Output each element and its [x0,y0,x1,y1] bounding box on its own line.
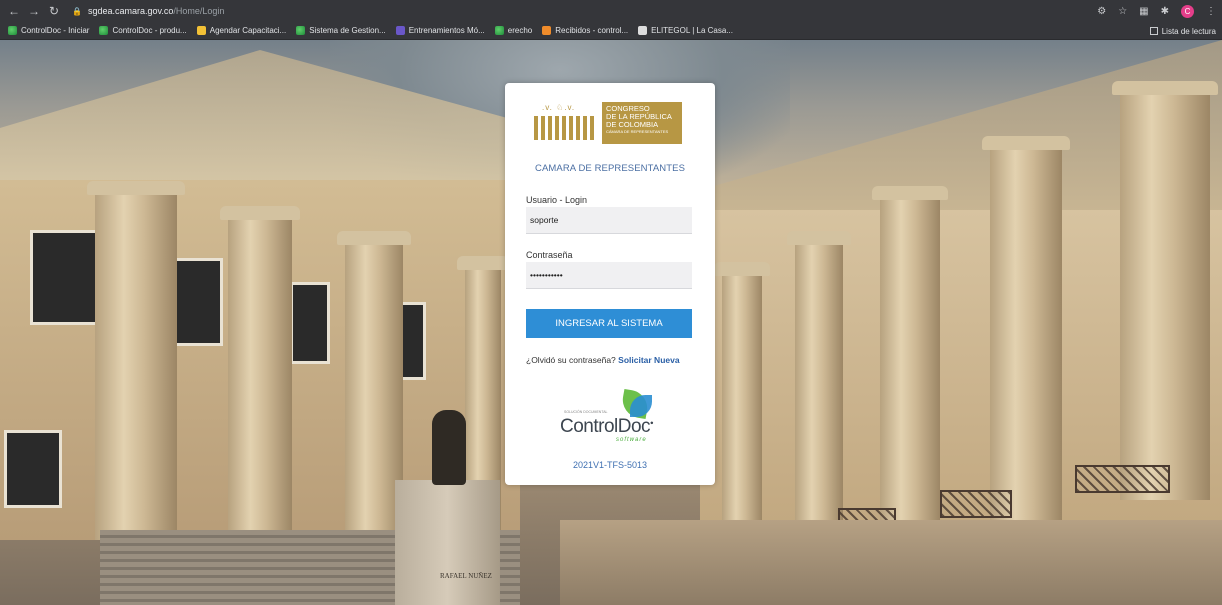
controldoc-wordmark: ControlDoc● [560,416,654,437]
back-icon[interactable]: ← [6,3,22,19]
bookmark-label: Agendar Capacitaci... [209,26,287,35]
bookmarks-bar: ControlDoc - Iniciar ControlDoc - produ.… [0,22,1222,40]
password-label: Contraseña [526,250,573,260]
logo-line-4: CÁMARA DE REPRESENTANTES [606,128,669,134]
congreso-logo: .v. ♘.v. CONGRESO DE LA REPÚBLICA DE COL… [530,100,690,145]
controldoc-logo: SOLUCIÓN DOCUMENTAL ControlDoc● software [560,388,660,449]
ground [560,520,1222,605]
forward-icon[interactable]: → [26,3,42,19]
controldoc-small-text: SOLUCIÓN DOCUMENTAL [564,410,608,414]
key-icon[interactable]: ⚙ [1097,6,1106,17]
bookmark-elitegol[interactable]: ELITEGOL | La Casa... [638,26,733,35]
chamber-title: CAMARA DE REPRESENTANTES [534,163,686,174]
bookmark-entrenamientos[interactable]: Entrenamientos Mó... [395,26,485,35]
railing [1075,465,1170,493]
bookmark-erecho[interactable]: erecho [494,26,533,35]
column [220,206,300,540]
capitol-columns-icon: .v. ♘.v. [530,102,602,144]
username-label: Usuario - Login [526,195,588,205]
column [1112,81,1218,500]
controldoc-icon [8,26,17,35]
reading-list-button[interactable]: Lista de lectura [1149,22,1216,40]
bookmark-label: ControlDoc - produ... [112,26,187,35]
login-card: .v. ♘.v. CONGRESO DE LA REPÚBLICA DE COL… [505,83,715,485]
window [290,282,330,364]
bookmark-label: ControlDoc - Iniciar [21,26,90,35]
elitegol-icon [638,26,648,35]
url-path: /Home/Login [173,6,225,16]
bookmark-controldoc-iniciar[interactable]: ControlDoc - Iniciar [8,26,89,35]
bookmark-sistema-gestion[interactable]: Sistema de Gestion... [296,26,386,35]
login-button[interactable]: INGRESAR AL SISTEMA [526,309,692,338]
statue [432,410,466,485]
username-input[interactable] [526,207,692,234]
address-bar[interactable]: 🔒 sgdea.camara.gov.co/Home/Login [72,6,224,16]
column [872,186,948,540]
logo-wordmark: CONGRESO DE LA REPÚBLICA DE COLOMBIA CÁM… [602,101,682,144]
tab-search-icon[interactable]: ▦ [1139,6,1148,17]
window [30,230,100,325]
column [982,136,1070,525]
column [87,181,185,540]
controldoc-tagline: software [616,437,647,443]
controldoc-icon [296,26,306,35]
bookmark-agendar[interactable]: Agendar Capacitaci... [196,26,287,35]
bookmark-label: ELITEGOL | La Casa... [651,26,733,35]
menu-icon[interactable]: ⋮ [1206,6,1216,17]
star-icon[interactable]: ☆ [1118,6,1127,17]
reading-list-label: Lista de lectura [1161,26,1216,36]
railing [940,490,1012,518]
window [400,302,426,380]
folder-icon [196,26,206,35]
controldoc-icon [99,26,109,35]
bookmark-label: erecho [507,26,533,35]
reload-icon[interactable]: ↻ [46,3,62,19]
controldoc-icon [494,26,504,35]
window [4,430,62,508]
forgot-password: ¿Olvidó su contraseña? Solicitar Nueva [526,355,696,366]
statue-pedestal: RAFAEL NUÑEZ [395,480,500,605]
bookmark-label: Recibidos - control... [555,26,629,35]
url-host: sgdea.camara.gov.co [87,6,174,16]
browser-toolbar: ← → ↻ 🔒 sgdea.camara.gov.co/Home/Login ⚙… [0,0,1222,22]
profile-avatar[interactable]: C [1181,4,1194,18]
forgot-password-text: ¿Olvidó su contraseña? [526,355,616,365]
password-input[interactable] [526,262,692,289]
inbox-icon [542,26,552,35]
column [714,262,770,546]
version-label: 2021V1-TFS-5013 [572,460,648,470]
lock-icon: 🔒 [72,6,82,16]
request-new-password-link[interactable]: Solicitar Nueva [618,355,679,365]
logo-stars: .v. ♘.v. [542,102,576,112]
pedestal-inscription: RAFAEL NUÑEZ [440,572,492,580]
column [787,231,851,545]
list-icon [395,26,405,35]
logo-line-3: DE COLOMBIA [606,119,659,129]
bookmark-recibidos[interactable]: Recibidos - control... [542,26,628,35]
controldoc-name: ControlDoc [560,416,651,437]
bookmark-label: Sistema de Gestion... [309,26,386,35]
reading-list-icon [1149,27,1158,35]
extensions-icon[interactable]: ✱ [1161,6,1169,17]
bookmark-label: Entrenamientos Mó... [408,26,485,35]
bookmark-controldoc-produ[interactable]: ControlDoc - produ... [99,26,187,35]
